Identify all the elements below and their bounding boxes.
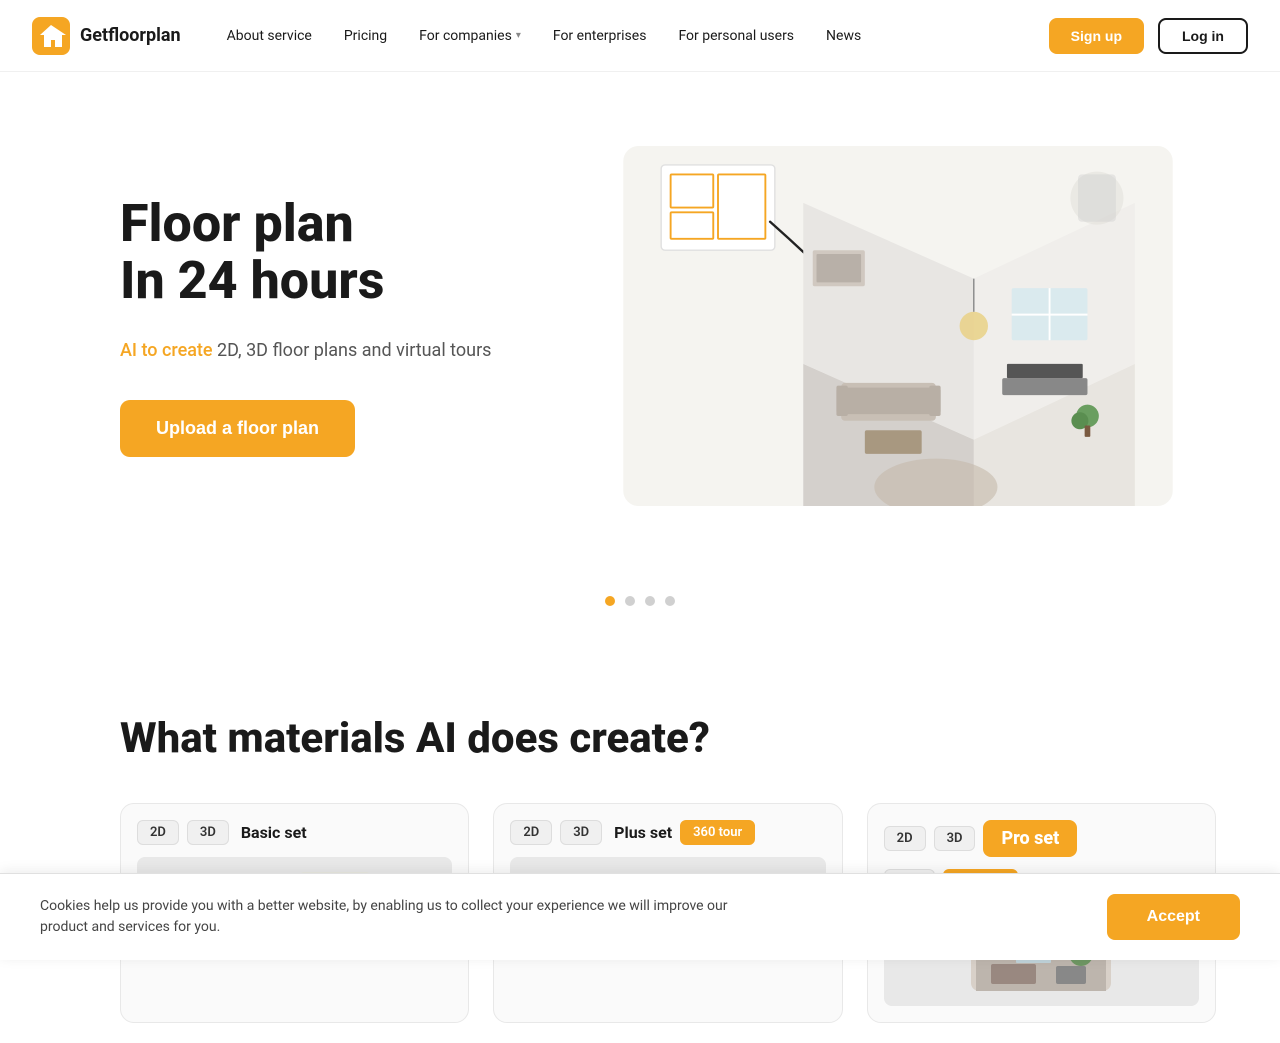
cookie-text: Cookies help us provide you with a bette… [40,896,740,938]
logo[interactable]: Getfloorplan [32,17,181,55]
nav-item-enterprises[interactable]: For enterprises [539,20,661,52]
card-header-basic: 2D 3D Basic set [121,804,468,857]
accept-cookie-button[interactable]: Accept [1107,894,1240,940]
carousel-dot-3[interactable] [645,596,655,606]
nav-item-about[interactable]: About service [213,20,326,52]
signup-button[interactable]: Sign up [1049,18,1144,54]
plus-set-label: Plus set [614,823,672,842]
tag-2d-basic: 2D [137,820,179,845]
nav-item-personal[interactable]: For personal users [664,20,808,52]
nav-item-companies[interactable]: For companies ▾ [405,20,535,52]
hero-image [580,146,1216,506]
basic-set-label: Basic set [241,823,307,842]
main-nav: About service Pricing For companies ▾ Fo… [213,18,1248,54]
hero-title: Floor plan In 24 hours [120,195,540,309]
tag-2d-plus: 2D [510,820,552,845]
carousel-dot-2[interactable] [625,596,635,606]
nav-item-news[interactable]: News [812,20,875,52]
carousel-dots [0,572,1280,654]
carousel-dot-4[interactable] [665,596,675,606]
materials-section: What materials AI does create? 2D 3D Bas… [0,654,1280,1043]
cookie-banner: Cookies help us provide you with a bette… [0,873,1280,960]
upload-button[interactable]: Upload a floor plan [120,400,355,457]
header: Getfloorplan About service Pricing For c… [0,0,1280,72]
hero-illustration [608,146,1188,506]
card-header-plus: 2D 3D Plus set 360 tour [494,804,841,857]
tag-2d-pro: 2D [884,826,926,851]
hero-section: Floor plan In 24 hours AI to create 2D, … [0,72,1280,572]
tag-3d-basic: 3D [187,820,229,845]
tag-3d-plus: 3D [560,820,602,845]
hero-subtitle: AI to create 2D, 3D floor plans and virt… [120,337,540,364]
logo-icon [32,17,70,55]
chevron-down-icon: ▾ [516,30,521,41]
section-title: What materials AI does create? [120,714,1216,763]
brand-name: Getfloorplan [80,25,181,46]
login-button[interactable]: Log in [1158,18,1248,54]
tag-3d-pro: 3D [934,826,976,851]
tag-360-plus: 360 tour [680,820,755,845]
carousel-dot-1[interactable] [605,596,615,606]
nav-item-pricing[interactable]: Pricing [330,20,401,52]
pro-set-label: Pro set [983,820,1077,857]
hero-content: Floor plan In 24 hours AI to create 2D, … [120,195,540,457]
